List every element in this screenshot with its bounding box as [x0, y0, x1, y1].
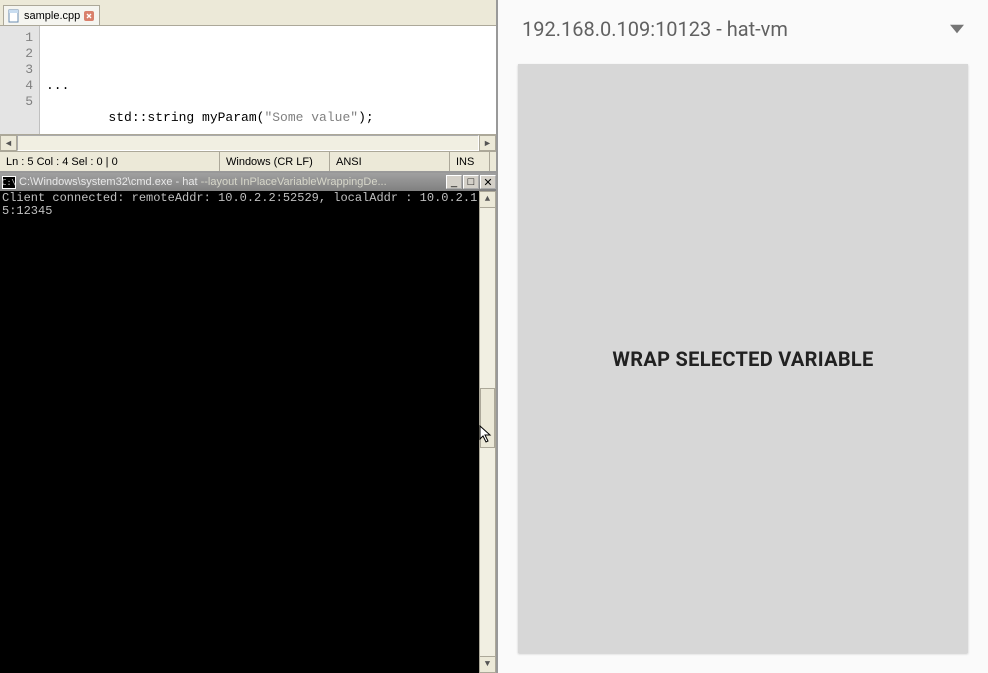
code-line: ...	[46, 78, 496, 94]
scroll-up-button[interactable]: ▲	[479, 191, 496, 208]
splitter-handle[interactable]	[498, 0, 502, 673]
right-pane: 192.168.0.109:10123 - hat-vm WRAP SELECT…	[498, 0, 988, 673]
line-number: 4	[0, 78, 33, 94]
minimize-button[interactable]: _	[446, 175, 462, 189]
tab-close-button[interactable]	[83, 10, 95, 22]
scroll-track[interactable]	[479, 208, 496, 656]
console-window: C:\ C:\Windows\system32\cmd.exe - hat --…	[0, 171, 496, 673]
file-icon	[7, 9, 21, 23]
close-button[interactable]: ✕	[480, 175, 496, 189]
code-editor[interactable]: 1 2 3 4 5 ... std::string myParam("Some …	[0, 26, 496, 151]
line-number: 1	[0, 30, 33, 46]
console-vscrollbar[interactable]: ▲ ▼	[479, 191, 496, 673]
maximize-button[interactable]: □	[463, 175, 479, 189]
app-header-title: 192.168.0.109:10123 - hat-vm	[522, 17, 950, 41]
line-number: 5	[0, 94, 33, 110]
editor-status-bar: Ln : 5 Col : 4 Sel : 0 | 0 Windows (CR L…	[0, 151, 496, 171]
app-header[interactable]: 192.168.0.109:10123 - hat-vm	[498, 0, 988, 58]
console-titlebar[interactable]: C:\ C:\Windows\system32\cmd.exe - hat --…	[0, 173, 496, 191]
scroll-right-button[interactable]: ►	[479, 135, 496, 151]
console-output: Client connected: remoteAddr: 10.0.2.2:5…	[0, 191, 479, 673]
left-pane: sample.cpp 1 2 3 4 5 ... std::string myP…	[0, 0, 498, 673]
console-title: C:\Windows\system32\cmd.exe - hat --layo…	[19, 176, 445, 188]
code-line	[46, 46, 496, 62]
editor-tab-label: sample.cpp	[24, 10, 80, 22]
app-body: WRAP SELECTED VARIABLE	[498, 58, 988, 673]
scroll-track[interactable]	[17, 135, 479, 151]
status-eol[interactable]: Windows (CR LF)	[220, 152, 330, 171]
status-encoding[interactable]: ANSI	[330, 152, 450, 171]
code-line: std::string myParam("Some value");	[46, 110, 496, 126]
line-number: 3	[0, 62, 33, 78]
status-insert-mode[interactable]: INS	[450, 152, 490, 171]
scroll-down-button[interactable]: ▼	[479, 656, 496, 673]
wrap-variable-button[interactable]: WRAP SELECTED VARIABLE	[518, 64, 968, 653]
cmd-icon: C:\	[2, 176, 16, 189]
scroll-left-button[interactable]: ◄	[0, 135, 17, 151]
editor-tab-bar: sample.cpp	[0, 0, 496, 26]
editor-tab-sample[interactable]: sample.cpp	[3, 5, 100, 25]
editor-hscrollbar[interactable]: ◄ ►	[0, 134, 496, 151]
code-area[interactable]: ... std::string myParam("Some value"); s…	[40, 26, 496, 134]
dropdown-icon[interactable]	[950, 17, 964, 41]
console-body[interactable]: Client connected: remoteAddr: 10.0.2.2:5…	[0, 191, 496, 673]
status-cursor-pos: Ln : 5 Col : 4 Sel : 0 | 0	[0, 152, 220, 171]
line-number: 2	[0, 46, 33, 62]
scroll-thumb[interactable]	[480, 388, 495, 448]
line-gutter: 1 2 3 4 5	[0, 26, 40, 134]
